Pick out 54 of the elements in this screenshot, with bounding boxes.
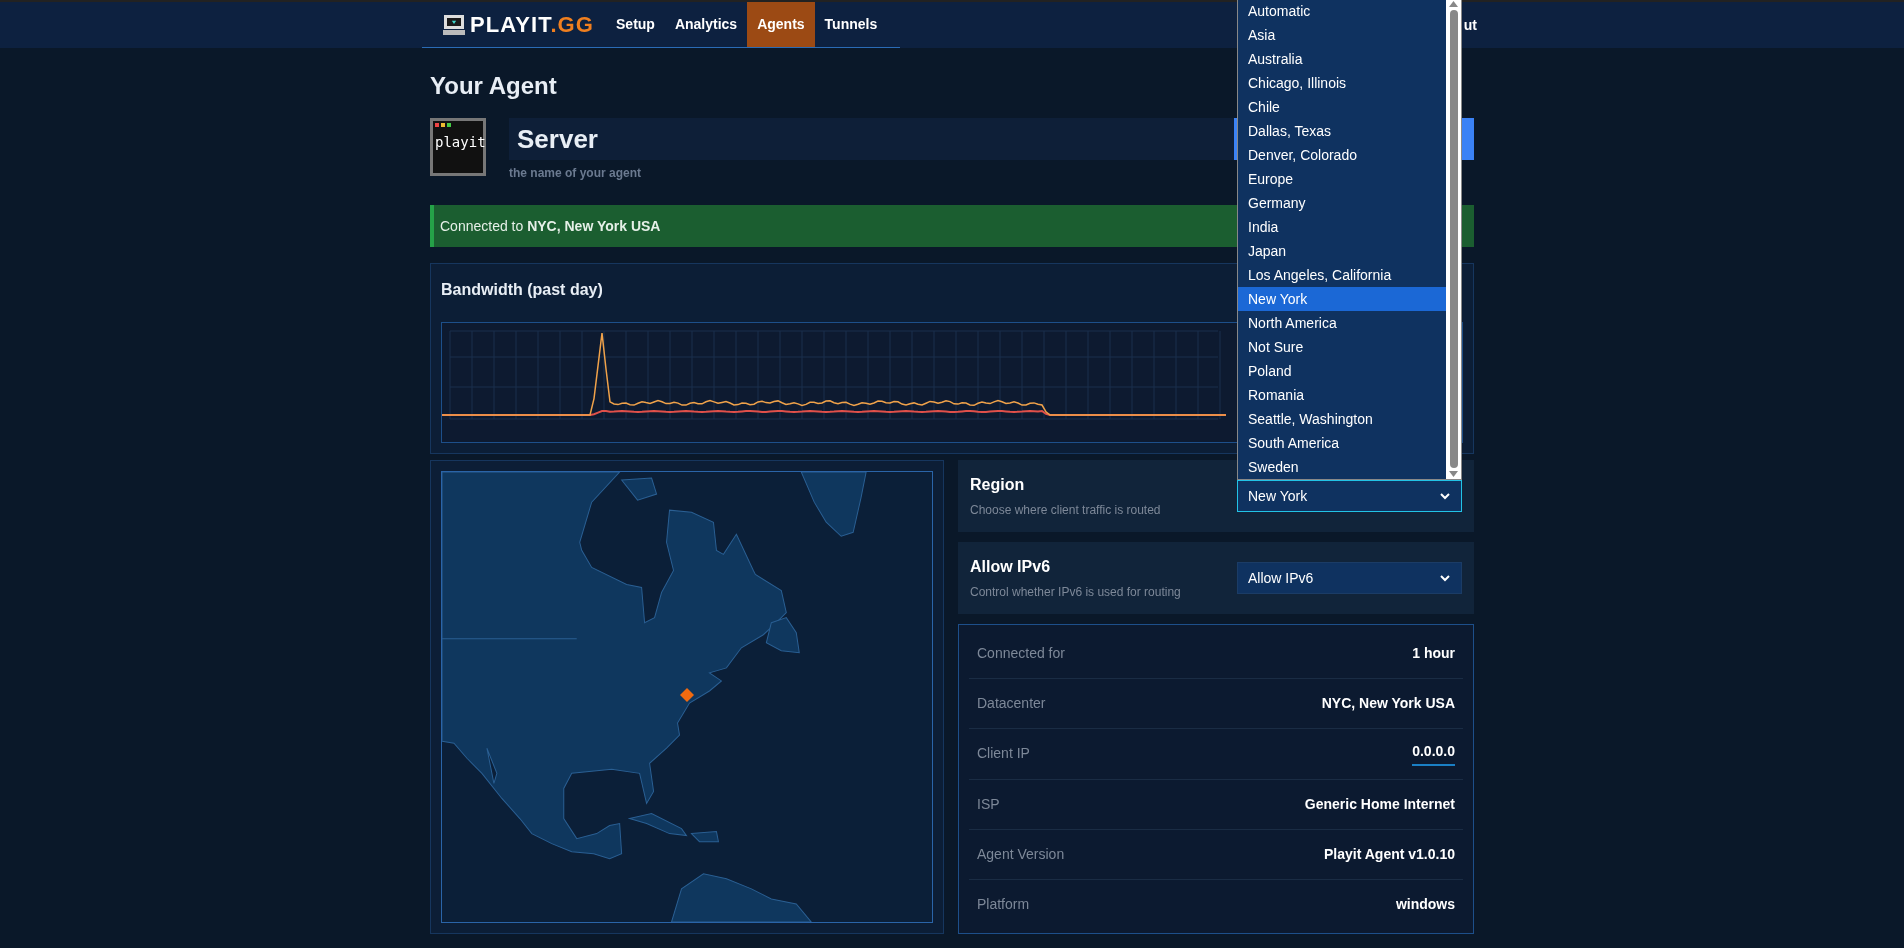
dropdown-option[interactable]: India bbox=[1238, 215, 1446, 239]
scroll-up-arrow-icon[interactable] bbox=[1449, 1, 1458, 7]
dropdown-option[interactable]: Seattle, Washington bbox=[1238, 407, 1446, 431]
computer-icon bbox=[442, 12, 466, 37]
scroll-down-arrow-icon[interactable] bbox=[1449, 471, 1458, 477]
detail-label: Connected for bbox=[977, 644, 1065, 664]
detail-value: NYC, New York USA bbox=[1321, 694, 1455, 714]
terminal-icon: playit bbox=[430, 118, 486, 176]
logo-text: PLAYIT.GG bbox=[470, 11, 594, 39]
agent-name-hint: the name of your agent bbox=[509, 165, 642, 182]
nav-tab[interactable]: Analytics bbox=[664, 2, 748, 47]
chevron-down-icon bbox=[1439, 572, 1451, 584]
agent-name-field[interactable]: Server bbox=[509, 118, 1234, 160]
dropdown-option[interactable]: Chile bbox=[1238, 95, 1446, 119]
dropdown-option[interactable]: Europe bbox=[1238, 167, 1446, 191]
nav-tab[interactable]: Setup bbox=[606, 2, 665, 47]
dropdown-option[interactable]: North America bbox=[1238, 311, 1446, 335]
nav-tab[interactable]: Tunnels bbox=[814, 2, 888, 47]
setting-description: Choose where client traffic is routed bbox=[970, 502, 1161, 519]
setting-description: Control whether IPv6 is used for routing bbox=[970, 584, 1181, 601]
detail-value: Playit Agent v1.0.10 bbox=[1324, 844, 1455, 864]
dropdown-option[interactable]: Automatic bbox=[1238, 0, 1446, 23]
detail-label: ISP bbox=[977, 794, 1000, 814]
dropdown-option[interactable]: Denver, Colorado bbox=[1238, 143, 1446, 167]
logout-link[interactable]: ut bbox=[1463, 14, 1477, 36]
chevron-down-icon bbox=[1439, 490, 1451, 502]
dropdown-option[interactable]: Not Sure bbox=[1238, 335, 1446, 359]
dropdown-option[interactable]: Dallas, Texas bbox=[1238, 119, 1446, 143]
detail-label: Datacenter bbox=[977, 694, 1046, 714]
card-title: Bandwidth (past day) bbox=[441, 280, 603, 300]
setting-title: Region bbox=[970, 475, 1026, 495]
dropdown-option[interactable]: South America bbox=[1238, 431, 1446, 455]
scrollbar[interactable] bbox=[1446, 0, 1461, 479]
location-marker-icon bbox=[680, 688, 694, 702]
detail-label: Client IP bbox=[977, 744, 1030, 764]
dropdown-option[interactable]: New York bbox=[1238, 287, 1446, 311]
nav-tab[interactable]: Agents bbox=[747, 2, 815, 47]
dropdown-option[interactable]: Los Angeles, California bbox=[1238, 263, 1446, 287]
detail-value: 1 hour bbox=[1412, 644, 1455, 664]
dropdown-option[interactable]: Chicago, Illinois bbox=[1238, 71, 1446, 95]
detail-label: Platform bbox=[977, 894, 1030, 914]
dropdown-option[interactable]: Asia bbox=[1238, 23, 1446, 47]
dropdown-option[interactable]: Australia bbox=[1238, 47, 1446, 71]
detail-label: Agent Version bbox=[977, 844, 1065, 864]
setting-title: Allow IPv6 bbox=[970, 557, 1052, 577]
ipv6-select[interactable]: Allow IPv6 bbox=[1237, 562, 1462, 594]
detail-value: windows bbox=[1395, 894, 1455, 914]
dropdown-option[interactable]: Sweden bbox=[1238, 455, 1446, 479]
detail-link[interactable]: 0.0.0.0 bbox=[1412, 741, 1455, 767]
page-title: Your Agent bbox=[430, 71, 557, 101]
region-select[interactable]: New York bbox=[1237, 480, 1462, 512]
dropdown-option[interactable]: Poland bbox=[1238, 359, 1446, 383]
dropdown-option[interactable]: Romania bbox=[1238, 383, 1446, 407]
detail-value: Generic Home Internet bbox=[1304, 794, 1455, 814]
